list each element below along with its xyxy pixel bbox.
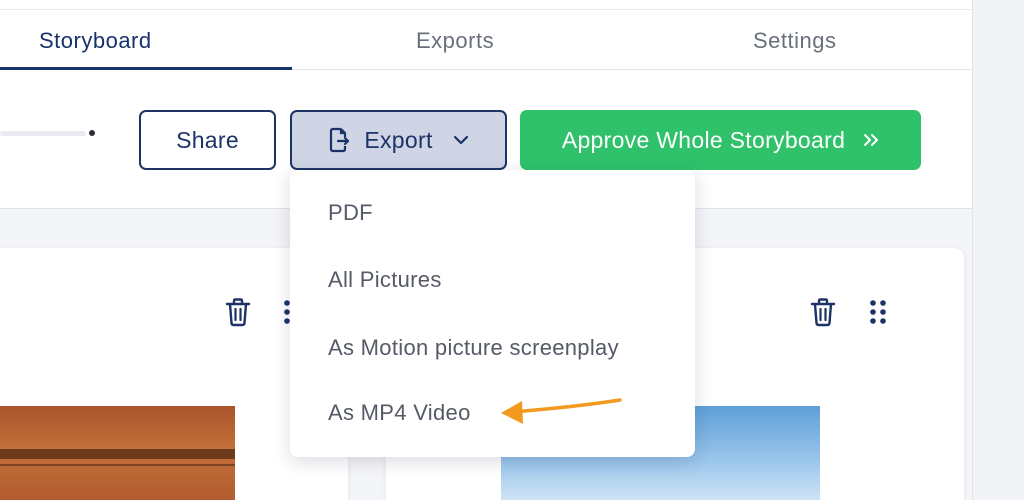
tab-exports[interactable]: Exports: [416, 10, 494, 70]
zoom-slider-track[interactable]: [0, 131, 86, 136]
thumbnail-detail: [0, 449, 235, 459]
export-option-all-pictures[interactable]: All Pictures: [290, 252, 695, 308]
trash-icon[interactable]: [809, 296, 837, 328]
zoom-slider-handle[interactable]: [89, 130, 95, 136]
active-tab-indicator: [0, 67, 292, 70]
export-dropdown-menu: PDF All Pictures As Motion picture scree…: [290, 170, 695, 457]
export-option-screenplay[interactable]: As Motion picture screenplay: [290, 320, 695, 376]
share-button[interactable]: Share: [139, 110, 276, 170]
approve-storyboard-button[interactable]: Approve Whole Storyboard: [520, 110, 921, 170]
tab-settings[interactable]: Settings: [753, 10, 837, 70]
export-button-label: Export: [364, 126, 433, 153]
chevron-down-icon: [453, 135, 469, 145]
frame-thumbnail[interactable]: [0, 406, 235, 500]
export-option-pdf[interactable]: PDF: [290, 185, 695, 241]
export-button[interactable]: Export: [290, 110, 507, 170]
approve-button-label: Approve Whole Storyboard: [561, 126, 846, 153]
tab-storyboard[interactable]: Storyboard: [39, 10, 152, 70]
trash-icon[interactable]: [224, 296, 252, 328]
drag-handle-icon[interactable]: [280, 296, 290, 328]
thumbnail-detail: [0, 464, 235, 466]
export-option-mp4-video[interactable]: As MP4 Video: [290, 385, 695, 441]
drag-handle-icon[interactable]: [866, 296, 890, 328]
tab-bar: Storyboard Exports Settings: [0, 10, 972, 70]
double-chevron-right-icon: [863, 132, 879, 148]
file-export-icon: [328, 127, 350, 153]
right-gutter: [972, 0, 1024, 500]
share-button-label: Share: [176, 126, 239, 153]
